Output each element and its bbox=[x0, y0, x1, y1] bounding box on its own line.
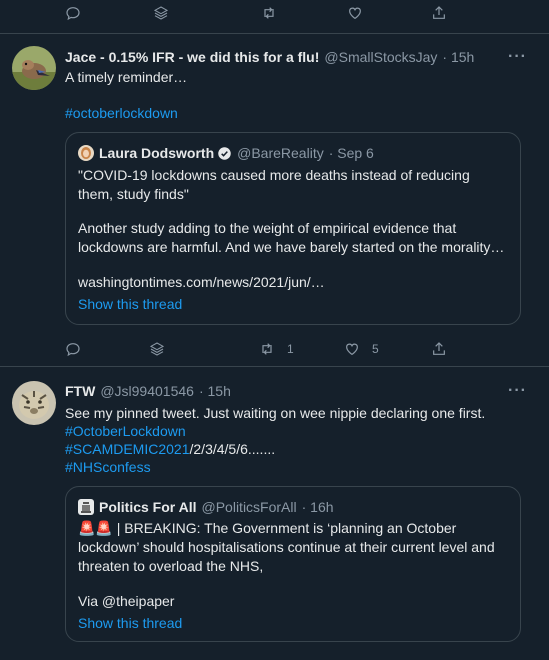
quoted-tweet[interactable]: Politics For All @PoliticsForAll · 16h 🚨… bbox=[65, 486, 521, 642]
quote-author-handle: @PoliticsForAll bbox=[201, 499, 297, 515]
tweet[interactable]: Jace - 0.15% IFR - we did this for a flu… bbox=[0, 34, 549, 365]
author-handle[interactable]: @SmallStocksJay bbox=[324, 49, 437, 65]
quote-avatar[interactable] bbox=[78, 499, 94, 515]
reply-button[interactable] bbox=[65, 338, 81, 360]
tweet-text: See my pinned tweet. Just waiting on wee… bbox=[65, 405, 486, 421]
quote-text-body: | BREAKING: The Government is ‘planning … bbox=[78, 520, 495, 574]
quote-text: 🚨🚨 | BREAKING: The Government is ‘planni… bbox=[78, 519, 508, 576]
timestamp[interactable]: · 15h bbox=[199, 383, 231, 399]
more-options-button[interactable]: ··· bbox=[508, 382, 527, 400]
tweet-text-line: #SCAMDEMIC2021/2/3/4/5/6....... bbox=[65, 440, 529, 458]
stack-button[interactable] bbox=[153, 2, 169, 24]
like-button[interactable] bbox=[347, 2, 363, 24]
politics-logo-icon bbox=[78, 499, 94, 515]
retweet-count: 1 bbox=[287, 342, 294, 356]
like-button[interactable]: 5 bbox=[344, 338, 379, 360]
avatar[interactable] bbox=[12, 381, 56, 425]
hashtag-link[interactable]: #NHSconfess bbox=[65, 458, 529, 476]
quote-text: "COVID-19 lockdowns caused more deaths i… bbox=[78, 167, 470, 202]
like-icon bbox=[349, 7, 361, 20]
share-icon bbox=[433, 342, 445, 355]
retweet-icon bbox=[262, 343, 272, 355]
retweet-icon bbox=[264, 7, 274, 19]
like-icon bbox=[346, 343, 358, 356]
timeline-feed: Jace - 0.15% IFR - we did this for a flu… bbox=[0, 0, 549, 660]
hashtag-link[interactable]: #OctoberLockdown bbox=[65, 422, 529, 440]
quote-timestamp: · 16h bbox=[301, 499, 334, 515]
quote-text: Another study adding to the weight of em… bbox=[78, 220, 505, 255]
reply-icon bbox=[66, 343, 80, 357]
tweet-header: FTW @Jsl99401546 · 15h bbox=[65, 383, 509, 401]
tweet-text: /2/3/4/5/6....... bbox=[189, 441, 276, 457]
share-button[interactable] bbox=[431, 2, 447, 24]
share-icon bbox=[433, 6, 445, 19]
show-thread-link[interactable]: Show this thread bbox=[78, 296, 182, 312]
show-thread-link[interactable]: Show this thread bbox=[78, 615, 182, 631]
quote-avatar[interactable] bbox=[78, 145, 94, 161]
quote-text: Via @theipaper bbox=[78, 593, 175, 609]
hashtag-link[interactable]: #SCAMDEMIC2021 bbox=[65, 441, 190, 457]
quoted-tweet[interactable]: Laura Dodsworth @BareReality · Sep 6 "CO… bbox=[65, 132, 521, 325]
tweet-text: A timely reminder… bbox=[65, 69, 188, 85]
like-count: 5 bbox=[372, 342, 379, 356]
share-button[interactable] bbox=[431, 338, 447, 360]
quote-header: Laura Dodsworth @BareReality · Sep 6 bbox=[78, 145, 374, 161]
tweet[interactable]: FTW @Jsl99401546 · 15h ··· See my pinned… bbox=[0, 367, 549, 660]
reply-button[interactable] bbox=[65, 2, 81, 24]
bird-avatar-icon bbox=[12, 46, 56, 90]
timestamp[interactable]: · 15h bbox=[442, 49, 474, 65]
tweet-header: Jace - 0.15% IFR - we did this for a flu… bbox=[65, 49, 509, 67]
verified-badge-icon bbox=[218, 146, 231, 160]
stack-button[interactable] bbox=[149, 338, 165, 360]
retweet-button[interactable] bbox=[261, 2, 277, 24]
author-name[interactable]: Jace - 0.15% IFR - we did this for a flu… bbox=[65, 49, 319, 65]
siren-emoji: 🚨🚨 bbox=[78, 520, 113, 536]
retweet-button[interactable]: 1 bbox=[259, 338, 294, 360]
quote-author-name: Laura Dodsworth bbox=[99, 145, 215, 161]
previous-tweet-actions bbox=[65, 2, 445, 24]
avatar[interactable] bbox=[12, 46, 56, 90]
quote-timestamp: · Sep 6 bbox=[328, 145, 374, 161]
quote-header: Politics For All @PoliticsForAll · 16h bbox=[78, 499, 334, 515]
quote-link-text: washingtontimes.com/news/2021/jun/… bbox=[78, 274, 325, 290]
tiger-avatar-icon bbox=[12, 381, 56, 425]
person-avatar-icon bbox=[78, 145, 94, 161]
hashtag-link[interactable]: #octoberlockdown bbox=[65, 104, 529, 122]
stack-icon bbox=[153, 6, 169, 20]
quote-author-handle: @BareReality bbox=[237, 145, 324, 161]
reply-icon bbox=[66, 7, 80, 21]
more-options-button[interactable]: ··· bbox=[508, 48, 527, 66]
tweet-actions: 1 5 bbox=[65, 338, 445, 360]
stack-icon bbox=[149, 342, 165, 356]
quote-author-name: Politics For All bbox=[99, 499, 197, 515]
author-handle[interactable]: @Jsl99401546 bbox=[100, 383, 194, 399]
author-name[interactable]: FTW bbox=[65, 383, 95, 399]
